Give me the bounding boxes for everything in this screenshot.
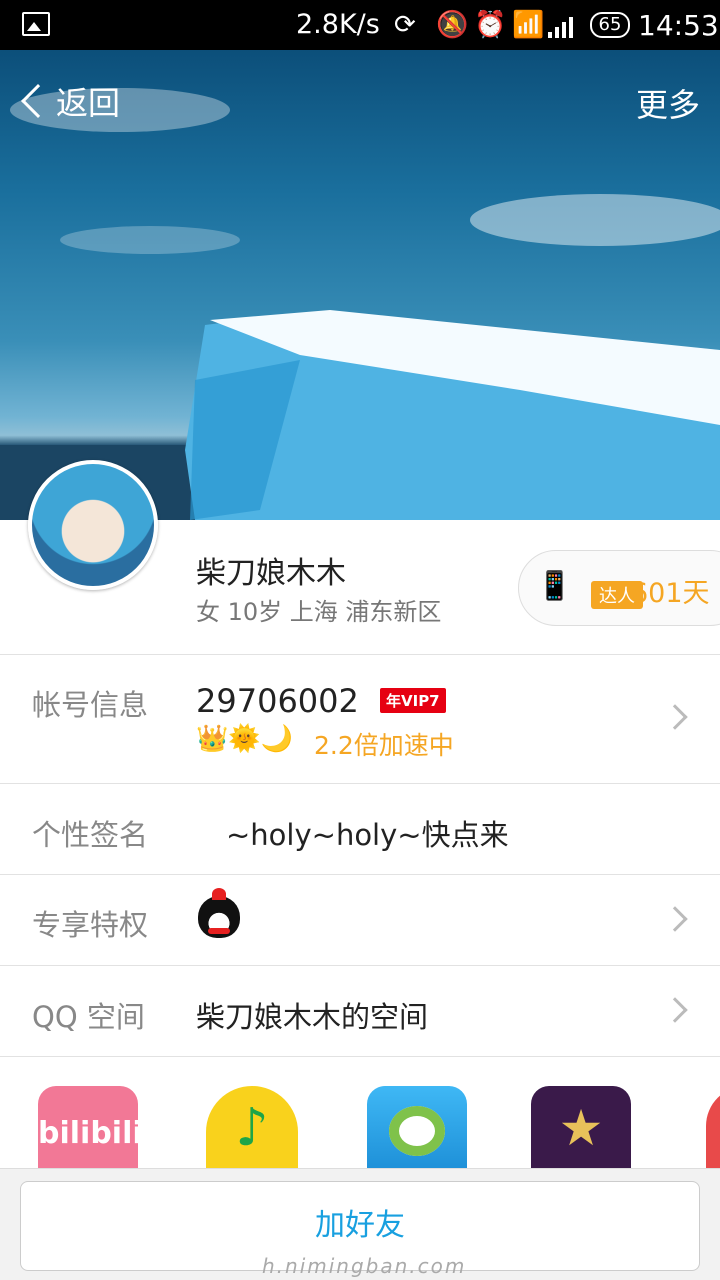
qq-penguin-icon [198, 888, 240, 938]
net-speed: 2.8K/s [296, 9, 380, 40]
divider [0, 654, 720, 655]
nickname: 柴刀娘木木 [196, 556, 346, 591]
game-app-icon[interactable] [367, 1086, 467, 1170]
more-button[interactable]: 更多 [636, 80, 700, 126]
speedup-text: 2.2倍加速中 [314, 731, 454, 760]
winged-phone-icon: 📱 [537, 569, 572, 602]
profile-details: 女 10岁 上海 浦东新区 [196, 598, 442, 626]
alarm-icon: ⏰ [474, 10, 507, 40]
mute-icon: 🔕 [436, 10, 469, 40]
chevron-right-icon [662, 704, 688, 730]
bilibili-app-icon[interactable]: bilibili [38, 1086, 143, 1170]
star-app-icon[interactable]: ★ [531, 1086, 631, 1170]
vip-badge: 年VIP7 [380, 688, 446, 713]
qq-number: 29706002 [196, 682, 359, 720]
qzone-label: QQ 空间 [32, 1000, 145, 1034]
daren-days: 601天 [631, 578, 710, 609]
back-chevron-icon [21, 84, 55, 118]
signature-label: 个性签名 [32, 818, 149, 852]
divider [0, 874, 720, 875]
qzone-value: 柴刀娘木木的空间 [196, 1000, 429, 1034]
chevron-right-icon [662, 906, 688, 932]
red-app-icon[interactable] [706, 1086, 720, 1170]
signal-icon [548, 14, 580, 38]
account-info-label: 帐号信息 [32, 688, 149, 722]
chevron-right-icon [662, 997, 688, 1023]
cover-image[interactable]: 返回 更多 [0, 50, 720, 520]
clock: 14:53 [638, 9, 719, 42]
app-icons-strip[interactable]: bilibili ♪ ★ [0, 1060, 720, 1170]
sync-icon: ⟳ [394, 10, 416, 40]
level-badges-icon: 👑🌞🌙 [196, 724, 294, 754]
qq-music-app-icon[interactable]: ♪ [206, 1086, 298, 1170]
back-label: 返回 [56, 84, 121, 122]
privilege-label: 专享特权 [32, 908, 149, 942]
divider [0, 965, 720, 966]
image-icon [22, 12, 50, 36]
wifi-icon: 📶 [512, 10, 545, 40]
divider [0, 1056, 720, 1057]
divider [0, 783, 720, 784]
status-bar: 2.8K/s ⟳ 🔕 ⏰ 📶 65 14:53 [0, 0, 720, 50]
back-button[interactable]: 返回 [16, 78, 120, 124]
signature-value: ~holy~holy~快点来 [226, 818, 509, 852]
avatar[interactable] [28, 460, 158, 590]
daren-badge[interactable]: 📱 达人 601天 [518, 550, 720, 626]
battery-icon: 65 [590, 12, 630, 38]
watermark: h.nimingban.com [262, 1254, 467, 1278]
